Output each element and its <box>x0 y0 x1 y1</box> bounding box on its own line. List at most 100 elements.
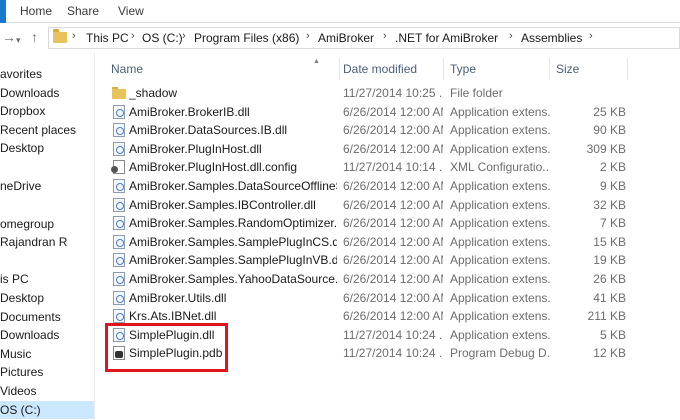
nav-item-this-pc[interactable]: is PC <box>0 270 29 288</box>
folder-icon <box>112 87 126 99</box>
table-row[interactable]: AmiBroker.Samples.YahooDataSource.dll 6/… <box>95 270 680 289</box>
file-date: 6/26/2014 12:00 AM <box>343 253 443 268</box>
file-name: AmiBroker.Samples.YahooDataSource.dll <box>129 272 337 286</box>
chevron-right-icon[interactable]: › <box>72 30 76 42</box>
table-row[interactable]: AmiBroker.PlugInHost.dll.config 11/27/20… <box>95 158 680 177</box>
dll-file-icon <box>113 197 125 212</box>
column-size[interactable]: Size <box>550 58 628 80</box>
file-date: 6/26/2014 12:00 AM <box>343 290 443 305</box>
table-row[interactable]: AmiBroker.PlugInHost.dll 6/26/2014 12:00… <box>95 140 680 159</box>
file-type: Application extens... <box>450 123 550 138</box>
address-bar[interactable]: › This PC › OS (C:) › Program Files (x86… <box>48 27 680 49</box>
file-name: AmiBroker.BrokerIB.dll <box>129 104 250 119</box>
file-date: 6/26/2014 12:00 AM <box>343 272 443 286</box>
up-arrow-icon[interactable]: ↑ <box>31 29 38 45</box>
file-type: XML Configuratio... <box>450 160 550 175</box>
file-size: 26 KB <box>593 272 626 286</box>
recent-locations-icon[interactable]: ▾ <box>16 32 21 48</box>
dll-file-icon <box>113 179 125 193</box>
file-size: 90 KB <box>593 123 626 138</box>
file-size: 211 KB <box>587 309 626 324</box>
forward-arrow-icon[interactable]: → <box>2 29 16 45</box>
nav-item-favorites[interactable]: avorites <box>0 65 42 83</box>
tab-share[interactable]: Share <box>59 0 107 23</box>
nav-item-homegroup[interactable]: omegroup <box>0 215 54 233</box>
file-size: 41 KB <box>593 290 626 305</box>
navigation-pane: avorites Downloads Dropbox Recent places… <box>0 53 95 420</box>
file-date: 6/26/2014 12:00 AM <box>343 123 443 138</box>
dll-file-icon <box>113 309 125 324</box>
nav-item-documents[interactable]: Documents <box>0 308 61 326</box>
table-row[interactable]: AmiBroker.BrokerIB.dll 6/26/2014 12:00 A… <box>95 103 680 122</box>
table-row[interactable]: _shadow 11/27/2014 10:25 ... File folder <box>95 84 680 103</box>
address-row: → ▾ ↑ › This PC › OS (C:) › Program File… <box>0 23 680 53</box>
dll-file-icon <box>113 104 125 119</box>
chevron-right-icon[interactable]: › <box>131 30 135 42</box>
ribbon-tabs: Home Share View <box>0 0 680 23</box>
chevron-right-icon[interactable]: › <box>182 30 186 42</box>
nav-item-music[interactable]: Music <box>0 345 31 363</box>
breadcrumb-assemblies[interactable]: Assemblies <box>521 31 582 45</box>
breadcrumb-os-c[interactable]: OS (C:) <box>142 31 183 45</box>
file-date: 11/27/2014 10:24 ... <box>343 327 443 342</box>
breadcrumb-program-files[interactable]: Program Files (x86) <box>194 31 299 45</box>
nav-item-pictures[interactable]: Pictures <box>0 363 43 381</box>
table-row[interactable]: AmiBroker.Samples.RandomOptimizer.dll 6/… <box>95 214 680 233</box>
file-type: Application extens... <box>450 327 550 342</box>
file-size: 2 KB <box>599 160 626 175</box>
file-type: Application extens... <box>450 309 550 324</box>
nav-item-onedrive[interactable]: neDrive <box>0 177 41 195</box>
file-size: 25 KB <box>593 104 626 119</box>
file-name: _shadow <box>129 86 178 100</box>
nav-item-user[interactable]: Rajandran R <box>0 233 67 251</box>
table-row[interactable]: AmiBroker.Samples.SamplePlugInCS.dll 6/2… <box>95 233 680 252</box>
file-type: Application extens... <box>450 290 550 305</box>
file-name: AmiBroker.Utils.dll <box>129 290 227 305</box>
file-type: Application extens... <box>450 141 550 156</box>
folder-icon <box>53 29 67 43</box>
chevron-right-icon[interactable]: › <box>509 30 513 42</box>
chevron-right-icon[interactable]: › <box>589 30 593 42</box>
nav-item-os-c[interactable]: OS (C:) <box>0 401 94 419</box>
breadcrumb-net-for-amibroker[interactable]: .NET for AmiBroker <box>395 31 498 45</box>
column-name[interactable]: Name <box>105 58 340 80</box>
nav-item-desktop[interactable]: Desktop <box>0 139 44 157</box>
table-row[interactable]: AmiBroker.Samples.IBController.dll 6/26/… <box>95 196 680 215</box>
file-size: 7 KB <box>599 216 626 231</box>
file-size: 19 KB <box>593 253 626 268</box>
breadcrumb-amibroker[interactable]: AmiBroker <box>318 31 374 45</box>
file-date: 6/26/2014 12:00 AM <box>343 309 443 324</box>
file-date: 6/26/2014 12:00 AM <box>343 216 443 231</box>
tab-home[interactable]: Home <box>12 0 60 23</box>
nav-item-downloads[interactable]: Downloads <box>0 84 59 102</box>
file-date: 6/26/2014 12:00 AM <box>343 141 443 156</box>
file-size: 12 KB <box>593 346 626 361</box>
table-row[interactable]: AmiBroker.Samples.SamplePlugInVB.dll 6/2… <box>95 251 680 270</box>
file-date: 6/26/2014 12:00 AM <box>343 234 443 249</box>
tab-view[interactable]: View <box>110 0 152 23</box>
file-tab[interactable] <box>0 0 6 23</box>
chevron-right-icon[interactable]: › <box>306 30 310 42</box>
nav-item-videos[interactable]: Videos <box>0 382 36 400</box>
nav-item-desktop-pc[interactable]: Desktop <box>0 289 44 307</box>
nav-item-dropbox[interactable]: Dropbox <box>0 102 45 120</box>
file-type: Application extens... <box>450 253 550 268</box>
column-header: ▲ Name Date modified Type Size <box>95 58 680 80</box>
chevron-right-icon[interactable]: › <box>383 30 387 42</box>
breadcrumb-this-pc[interactable]: This PC <box>86 31 129 45</box>
table-row[interactable]: AmiBroker.DataSources.IB.dll 6/26/2014 1… <box>95 121 680 140</box>
file-date: 6/26/2014 12:00 AM <box>343 197 443 212</box>
file-type: Application extens... <box>450 104 550 119</box>
dll-file-icon <box>113 123 125 138</box>
column-date-modified[interactable]: Date modified <box>337 58 444 80</box>
highlight-box <box>105 323 228 372</box>
column-type[interactable]: Type <box>444 58 550 80</box>
file-name: AmiBroker.Samples.SamplePlugInVB.dll <box>129 253 337 268</box>
table-row[interactable]: AmiBroker.Samples.DataSourceOfflineSa...… <box>95 177 680 196</box>
file-size: 309 KB <box>586 141 626 156</box>
file-name: AmiBroker.PlugInHost.dll <box>129 141 262 156</box>
file-name: AmiBroker.Samples.DataSourceOfflineSa... <box>129 179 337 193</box>
nav-item-downloads-pc[interactable]: Downloads <box>0 326 59 344</box>
table-row[interactable]: AmiBroker.Utils.dll 6/26/2014 12:00 AM A… <box>95 289 680 308</box>
nav-item-recent-places[interactable]: Recent places <box>0 121 76 139</box>
